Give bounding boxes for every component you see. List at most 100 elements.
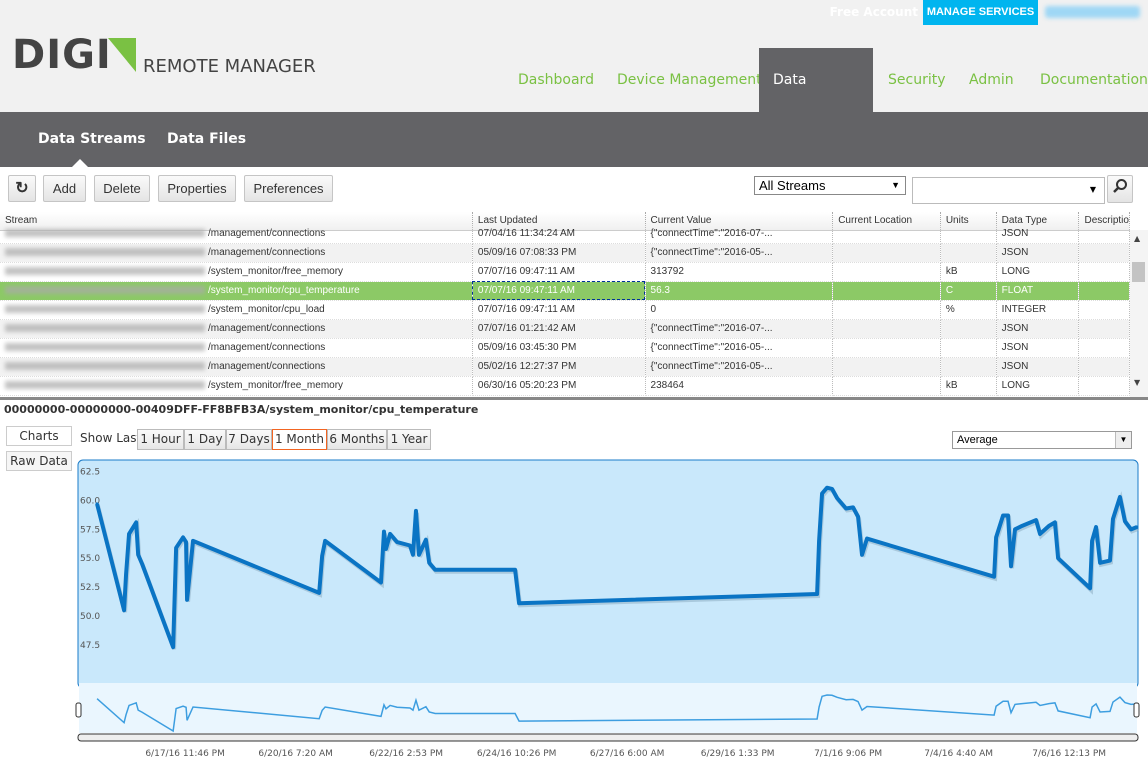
navigator-handle-right[interactable]	[1133, 702, 1140, 718]
subnav-data-streams[interactable]: Data Streams	[38, 131, 146, 147]
cell-text: /management/connections	[208, 323, 326, 334]
cell-text: 05/09/16 03:45:30 PM	[477, 342, 577, 353]
search-input[interactable]: ▼	[912, 177, 1105, 204]
cell-location	[832, 319, 941, 339]
cell-text: 05/02/16 12:27:37 PM	[477, 361, 577, 372]
table-row-selected[interactable]: /system_monitor/cpu_temperature 07/07/16 …	[0, 281, 1130, 301]
nav-admin[interactable]: Admin	[955, 48, 1028, 112]
nav-dashboard[interactable]: Dashboard	[504, 48, 608, 112]
range-1-day[interactable]: 1 Day	[184, 429, 226, 450]
cell-text: /system_monitor/cpu_load	[208, 304, 325, 315]
data-point	[185, 598, 189, 602]
data-point	[1123, 519, 1127, 523]
delete-button[interactable]: Delete	[94, 175, 150, 202]
scroll-down-icon[interactable]: ▼	[1134, 378, 1140, 387]
cell-text: JSON	[1001, 247, 1029, 258]
data-point	[820, 492, 824, 496]
cell-description	[1078, 243, 1130, 263]
tab-charts[interactable]: Charts	[6, 426, 72, 446]
x-tick-label: 6/24/16 10:26 PM	[477, 749, 557, 759]
cell-stream: /management/connections	[0, 357, 473, 377]
nav-data-services[interactable]: Data Services	[759, 48, 873, 152]
table-row[interactable]: /management/connections 05/02/16 12:27:37…	[0, 357, 1130, 377]
range-1-year[interactable]: 1 Year	[387, 429, 431, 450]
digi-logo: DIGI	[12, 32, 112, 78]
redacted-device-id	[5, 305, 205, 314]
navigator-handle-left[interactable]	[75, 702, 82, 718]
data-point	[1118, 495, 1122, 499]
properties-button[interactable]: Properties	[158, 175, 236, 202]
cell-updated: 07/07/16 09:47:11 AM	[472, 300, 646, 320]
cell-stream: /management/connections	[0, 319, 473, 339]
data-point	[382, 530, 386, 534]
cell-text: /system_monitor/free_memory	[208, 266, 344, 277]
table-row[interactable]: /management/connections 05/09/16 03:45:30…	[0, 338, 1130, 358]
cell-updated: 07/07/16 01:21:42 AM	[472, 319, 646, 339]
data-point	[388, 532, 392, 536]
table-row[interactable]: /management/connections 05/09/16 07:08:33…	[0, 243, 1130, 263]
table-row[interactable]: /management/connections 07/04/16 11:34:24…	[0, 224, 1130, 244]
cell-units	[940, 357, 997, 377]
streams-grid: Stream Last Updated Current Value Curren…	[0, 212, 1130, 397]
cell-updated: 05/09/16 03:45:30 PM	[472, 338, 646, 358]
temperature-chart: 47.550.052.555.057.560.062.56/17/16 11:4…	[75, 459, 1140, 759]
subnav-data-files[interactable]: Data Files	[167, 131, 246, 147]
cell-type: LONG	[996, 376, 1080, 396]
cell-text: {"connectTime":"2016-05-...	[650, 247, 773, 258]
data-point	[830, 487, 834, 491]
table-row[interactable]: /system_monitor/cpu_load 07/07/16 09:47:1…	[0, 300, 1130, 320]
search-button[interactable]	[1107, 175, 1133, 203]
refresh-button[interactable]: ↻	[8, 175, 36, 202]
grid-scrollbar[interactable]	[1130, 230, 1148, 397]
user-menu[interactable]	[1045, 6, 1140, 18]
cell-units: C	[940, 281, 997, 301]
range-7-days[interactable]: 7 Days	[226, 429, 272, 450]
aggregate-select[interactable]: ▼ Average	[952, 431, 1132, 449]
preferences-button[interactable]: Preferences	[244, 175, 333, 202]
manage-services-button[interactable]: MANAGE SERVICES	[923, 0, 1038, 25]
stream-filter-select[interactable]: All Streams ▼	[754, 176, 906, 195]
range-6-months[interactable]: 6 Months	[327, 429, 387, 450]
nav-device-management[interactable]: Device Management	[603, 48, 776, 112]
cell-text: kB	[945, 266, 958, 277]
data-point	[323, 539, 327, 543]
dropdown-arrow-icon: ▼	[1089, 185, 1096, 194]
data-point	[1001, 513, 1005, 517]
nav-security[interactable]: Security	[874, 48, 960, 112]
cell-value: {"connectTime":"2016-05-...	[645, 357, 834, 377]
show-last-label: Show Last:	[80, 431, 146, 445]
cell-location	[832, 281, 941, 301]
cell-text: kB	[945, 380, 958, 391]
cell-text: 07/07/16 09:47:11 AM	[477, 304, 576, 315]
grid-scroll-thumb[interactable]	[1132, 262, 1145, 282]
data-point	[181, 535, 185, 539]
data-point	[140, 562, 144, 566]
table-row[interactable]: /system_monitor/free_memory 06/30/16 05:2…	[0, 376, 1130, 396]
cell-text: %	[945, 304, 955, 315]
cell-type: JSON	[996, 357, 1080, 377]
add-button[interactable]: Add	[43, 175, 86, 202]
data-point	[136, 553, 140, 557]
cell-type: JSON	[996, 224, 1080, 244]
dropdown-arrow-icon: ▼	[1115, 432, 1131, 448]
cell-updated: 05/09/16 07:08:33 PM	[472, 243, 646, 263]
nav-documentation[interactable]: Documentation	[1026, 48, 1148, 112]
navigator-area[interactable]	[79, 683, 1137, 733]
cell-location	[832, 357, 941, 377]
cell-text: JSON	[1001, 361, 1029, 372]
redacted-device-id	[5, 324, 205, 333]
table-row[interactable]: /management/connections 07/07/16 01:21:42…	[0, 319, 1130, 339]
range-1-month[interactable]: 1 Month	[272, 429, 327, 450]
panel-splitter[interactable]	[0, 397, 1148, 400]
logo-triangle	[108, 38, 136, 72]
scroll-up-icon[interactable]: ▲	[1134, 234, 1140, 243]
data-point	[1009, 564, 1013, 568]
cell-stream: /system_monitor/free_memory	[0, 376, 473, 396]
dropdown-arrow-icon: ▼	[891, 180, 900, 190]
table-row[interactable]: /system_monitor/free_memory 07/07/16 09:4…	[0, 262, 1130, 282]
free-account-label: Free Account	[829, 5, 918, 19]
range-1-hour[interactable]: 1 Hour	[137, 429, 184, 450]
data-point	[171, 645, 175, 649]
navigator-scrollbar[interactable]	[77, 733, 1139, 742]
cell-type: JSON	[996, 319, 1080, 339]
